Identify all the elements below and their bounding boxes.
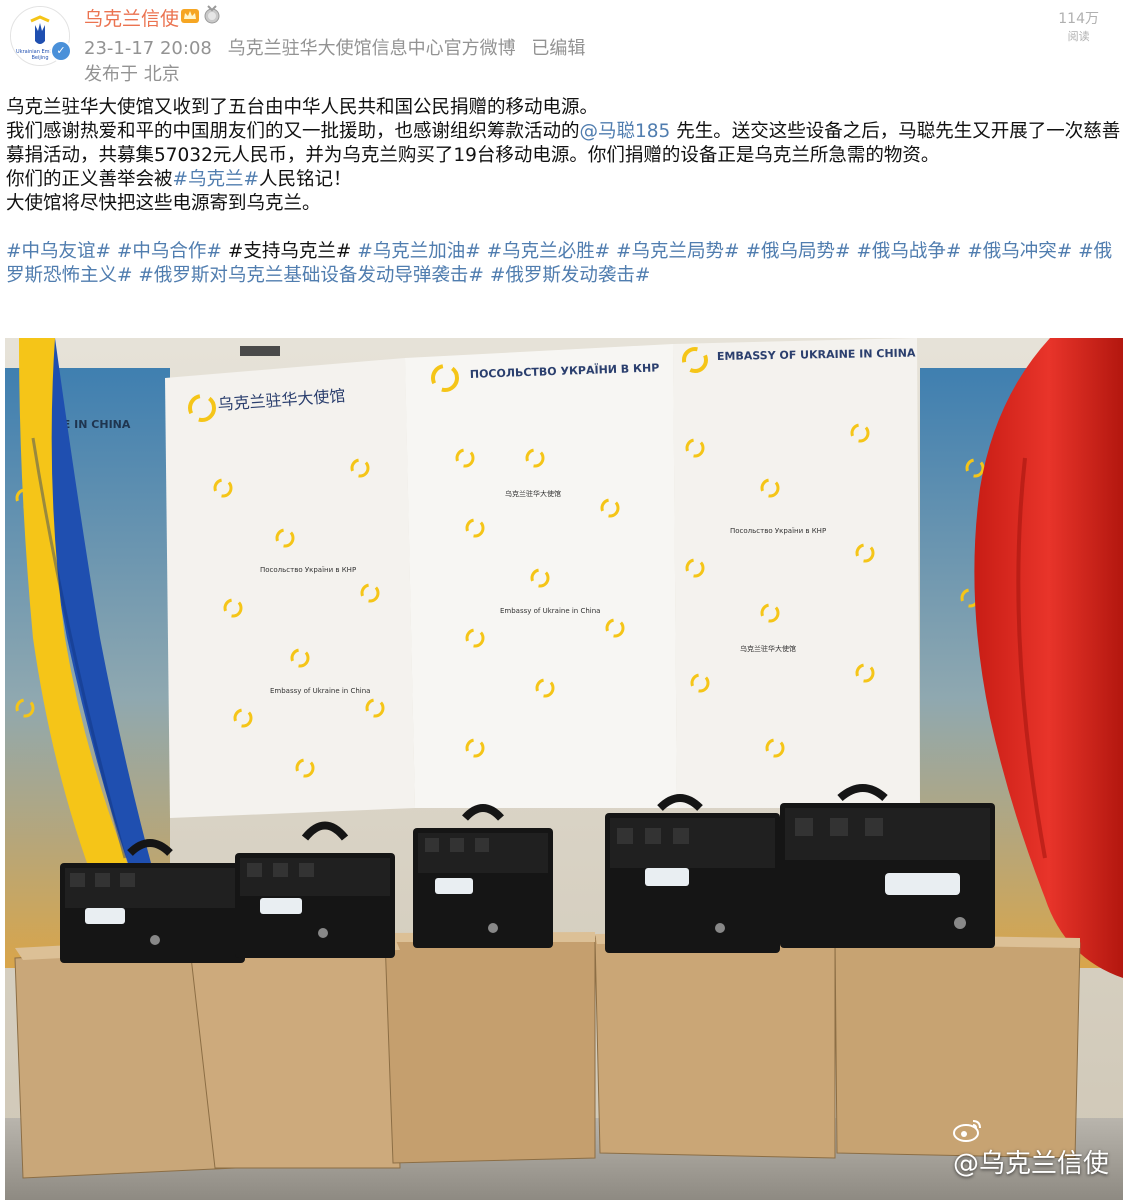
- small-ukrainian-text: Посольство України в КНР: [260, 566, 356, 574]
- hashtag-link[interactable]: #俄罗斯对乌克兰基础设备发动导弹袭击#: [138, 265, 484, 286]
- hashtag-link[interactable]: #俄罗斯发动袭击#: [490, 265, 651, 286]
- watermark-text: @乌克兰信使: [952, 1149, 1109, 1179]
- weibo-watermark: @乌克兰信使: [952, 1117, 1109, 1180]
- username[interactable]: 乌克兰信使: [84, 4, 179, 31]
- hashtag-plain: #支持乌克兰#: [227, 241, 352, 262]
- post-location: 发布于 北京: [84, 64, 180, 85]
- post-meta: 23-1-17 20:08 乌克兰驻华大使馆信息中心官方微博 已编辑: [84, 34, 585, 60]
- post-source[interactable]: 乌克兰驻华大使馆信息中心官方微博: [228, 38, 516, 59]
- small-english-text-2: Embassy of Ukraine in China: [500, 607, 600, 615]
- body-line-3-after: 人民铭记！: [259, 169, 352, 190]
- hashtag-link[interactable]: #俄乌战争#: [856, 241, 961, 262]
- body-line-2-before: 我们感谢热爱和平的中国朋友们的又一批援助，也感谢组织筹款活动的: [6, 121, 580, 142]
- hashtag-link[interactable]: #俄乌局势#: [745, 241, 850, 262]
- hashtag-link[interactable]: #乌克兰加油#: [357, 241, 481, 262]
- small-chinese-text: 乌克兰驻华大使馆: [505, 489, 561, 498]
- photo-scene: AINE IN CHINA 乌克兰驻华大使馆 ПОСОЛЬСТВО УКРАЇН…: [5, 338, 1123, 1200]
- user-mention-link[interactable]: @马聪185: [580, 121, 671, 142]
- read-count: 114万: [1058, 11, 1099, 27]
- svg-text:Beijing: Beijing: [31, 55, 48, 61]
- cardboard-boxes: [14, 930, 1081, 1179]
- body-line-3: 你们的正义善举会被#乌克兰#人民铭记！: [6, 168, 1121, 192]
- small-ukrainian-text-2: Посольство України в КНР: [730, 527, 826, 535]
- post-content: 乌克兰驻华大使馆又收到了五台由中华人民共和国公民捐赠的移动电源。 我们感谢热爱和…: [6, 96, 1121, 288]
- hashtag-link[interactable]: #乌克兰局势#: [616, 241, 740, 262]
- power-station-unit: [605, 794, 780, 953]
- crown-badge-icon[interactable]: [180, 6, 200, 24]
- post-header: Ukrainian Embassy Beijing ✓ 乌克兰信使 23-1-1…: [0, 0, 1123, 90]
- power-station-unit: [780, 784, 995, 948]
- weibo-logo-icon: [952, 1120, 981, 1142]
- small-chinese-text-2: 乌克兰驻华大使馆: [740, 644, 796, 653]
- medal-badge-icon[interactable]: [203, 5, 221, 25]
- inline-hashtag-link[interactable]: #乌克兰#: [173, 169, 260, 190]
- body-line-3-before: 你们的正义善举会被: [6, 169, 173, 190]
- hashtag-link[interactable]: #俄乌冲突#: [967, 241, 1072, 262]
- body-line-1: 乌克兰驻华大使馆又收到了五台由中华人民共和国公民捐赠的移动电源。: [6, 97, 599, 118]
- hashtag-link[interactable]: #乌克兰必胜#: [487, 241, 611, 262]
- body-line-2: 我们感谢热爱和平的中国朋友们的又一批援助，也感谢组织筹款活动的@马聪185 先生…: [6, 120, 1121, 168]
- read-counter: 114万 阅读: [1058, 8, 1099, 44]
- small-english-text: Embassy of Ukraine in China: [270, 687, 370, 695]
- verified-check-icon: ✓: [50, 40, 72, 62]
- read-label: 阅读: [1067, 30, 1090, 43]
- hashtag-list: #中乌友谊# #中乌合作# #支持乌克兰# #乌克兰加油# #乌克兰必胜# #乌…: [6, 240, 1121, 288]
- edited-label[interactable]: 已编辑: [531, 38, 585, 59]
- post-photo[interactable]: AINE IN CHINA 乌克兰驻华大使馆 ПОСОЛЬСТВО УКРАЇН…: [5, 338, 1123, 1200]
- post-timestamp: 23-1-17 20:08: [84, 38, 212, 59]
- power-station-unit: [413, 804, 553, 948]
- hashtag-link[interactable]: #中乌友谊#: [6, 241, 111, 262]
- hashtag-link[interactable]: #中乌合作#: [117, 241, 222, 262]
- body-line-4: 大使馆将尽快把这些电源寄到乌克兰。: [6, 193, 321, 214]
